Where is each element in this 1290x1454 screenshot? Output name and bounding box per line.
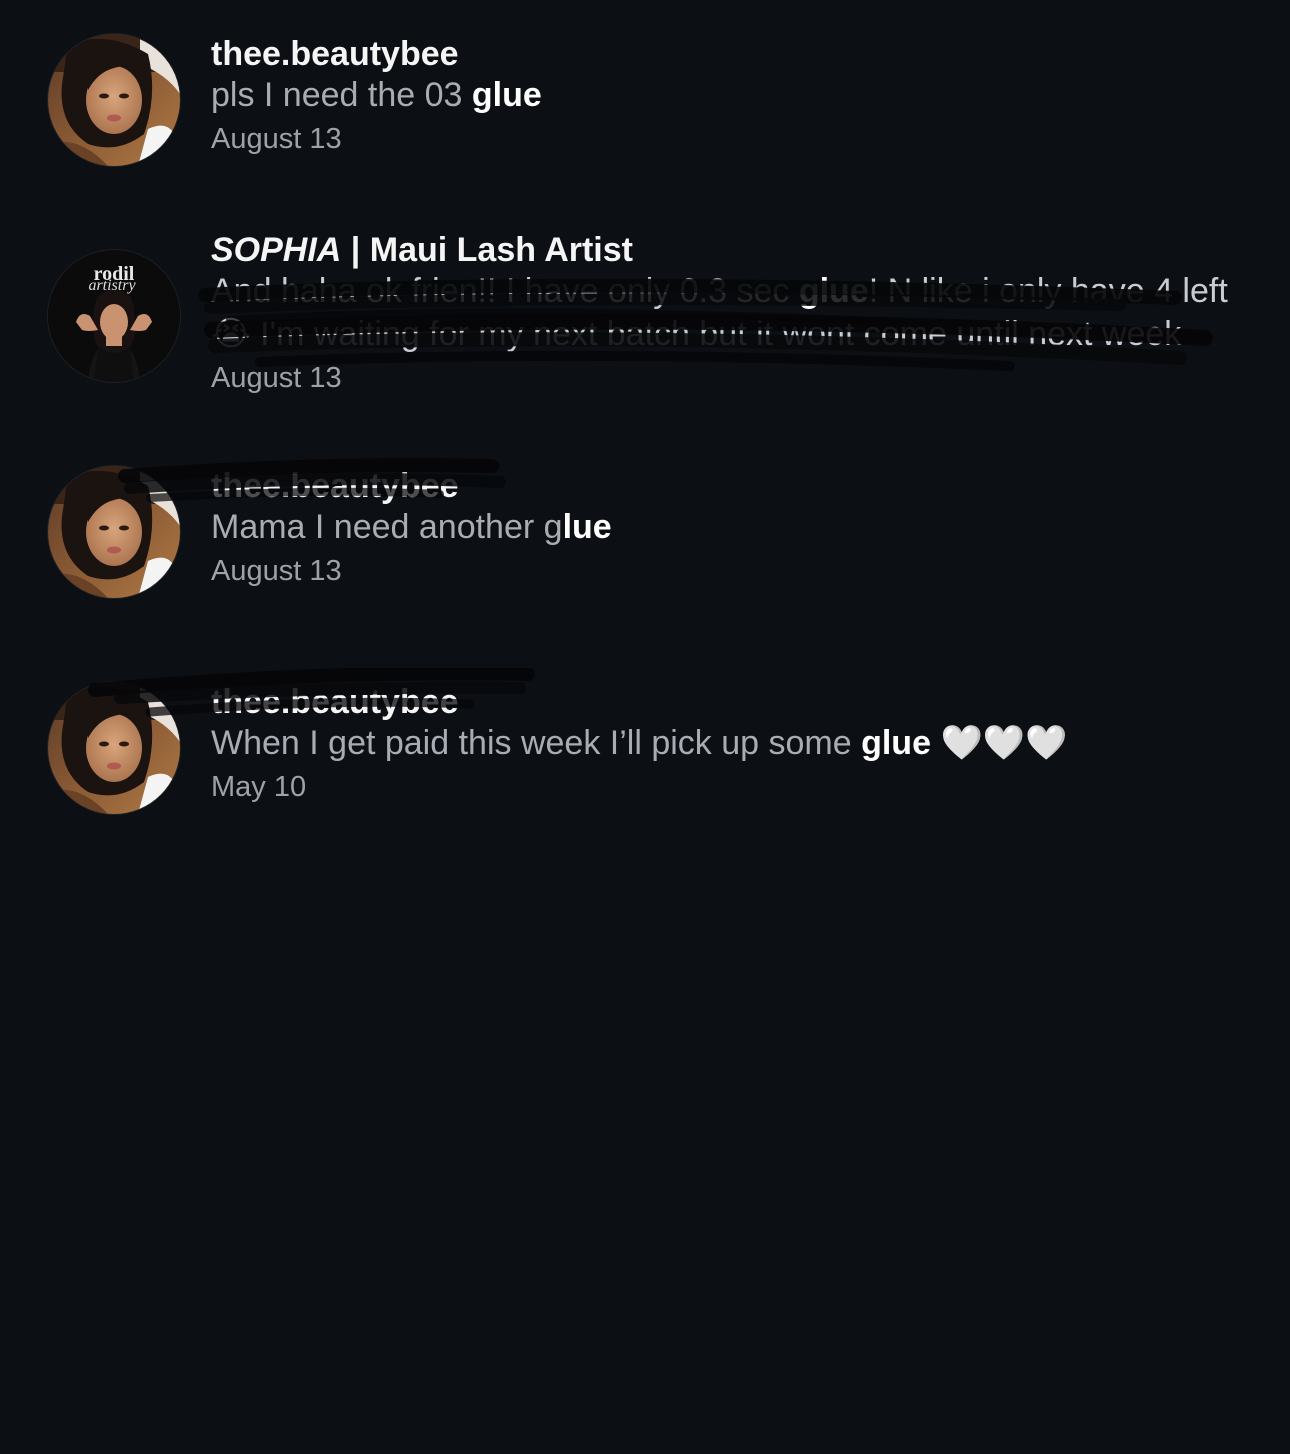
avatar[interactable] — [48, 466, 180, 598]
rodil-artistry-logo: rodil artistry — [48, 250, 180, 382]
username[interactable]: SOPHIA | Maui Lash Artist — [211, 230, 1242, 270]
profile-photo-woman — [48, 34, 180, 166]
avatar[interactable]: rodil artistry — [48, 250, 180, 382]
keyword-highlight: lue — [562, 508, 612, 546]
message-date: August 13 — [211, 362, 342, 394]
white-heart-icon: 🤍🤍🤍 — [931, 724, 1068, 762]
message-snippet: Mama I need another glue — [211, 508, 612, 546]
message-date: May 10 — [211, 771, 307, 803]
message-date: August 13 — [211, 123, 342, 155]
avatar[interactable] — [48, 34, 180, 166]
profile-photo-woman — [48, 682, 180, 814]
keyword-highlight: glue — [798, 272, 869, 310]
profile-photo-woman — [48, 466, 180, 598]
avatar[interactable] — [48, 682, 180, 814]
username[interactable]: thee.beautybee — [211, 466, 1242, 506]
message-snippet: pls I need the 03 glue — [211, 76, 542, 114]
message-snippet: When I get paid this week I’ll pick up s… — [211, 724, 1068, 762]
keyword-highlight: glue — [861, 724, 931, 762]
keyword-highlight: glue — [471, 76, 542, 114]
message-snippet: And haha ok frien!! I have only 0.3 sec … — [211, 272, 1228, 353]
username[interactable]: thee.beautybee — [211, 34, 1242, 74]
username[interactable]: thee.beautybee — [211, 682, 1242, 722]
message-date: August 13 — [211, 555, 342, 587]
